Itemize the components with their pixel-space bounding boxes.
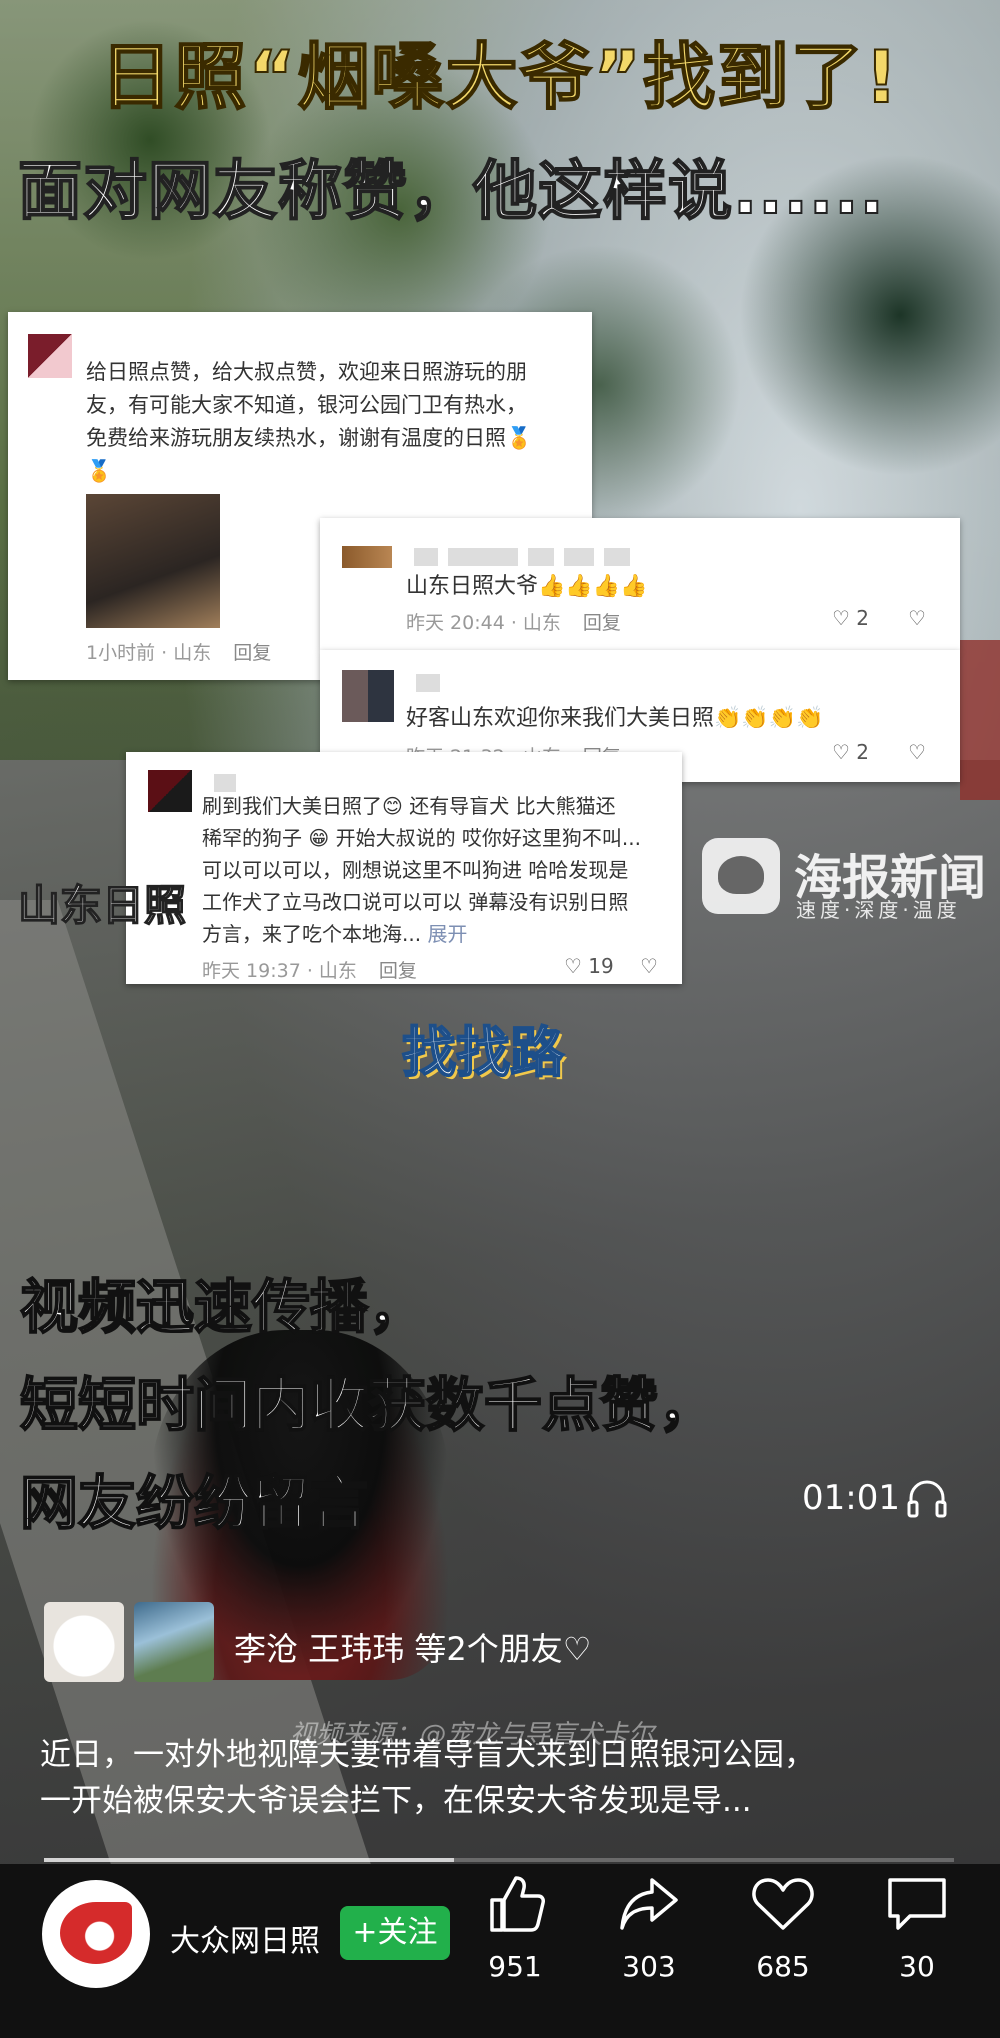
progress-fill <box>44 1858 454 1862</box>
friend-avatar <box>44 1602 124 1682</box>
haibao-logo-icon <box>702 838 780 914</box>
comment-card: 刷到我们大美日照了😊 还有导盲犬 比大熊猫还 稀罕的狗子 😁 开始大叔说的 哎你… <box>126 752 682 984</box>
heart-outline-icon: ♡ <box>832 606 850 630</box>
blurred-name <box>416 672 450 692</box>
commenter-avatar <box>342 546 392 568</box>
video-progress-bar[interactable] <box>44 1858 954 1862</box>
background-bike-lane <box>960 640 1000 800</box>
blurred-name <box>414 546 640 566</box>
comment-like-button[interactable]: ♡ 19 <box>564 954 614 978</box>
commenter-avatar <box>148 770 192 812</box>
video-title-line1: 日照“烟嗓大爷”找到了! <box>99 34 900 120</box>
comment-text: 给日照点赞，给大叔点赞，欢迎来日照游玩的朋 友，有可能大家不知道，银河公园门卫有… <box>86 360 533 483</box>
broken-heart-icon[interactable]: ♡ <box>908 740 926 764</box>
location-caption: 山东日照 <box>17 880 187 931</box>
comment-like-button[interactable]: ♡ 2 <box>832 606 869 630</box>
friend-avatar <box>134 1602 214 1682</box>
expand-link[interactable]: 展开 <box>427 922 467 946</box>
thumbs-up-icon <box>490 1876 545 1932</box>
comment-like-button[interactable]: ♡ 2 <box>832 740 869 764</box>
favorite-button[interactable]: 685 <box>728 1872 838 1983</box>
subtitle-line: 短短时间内收获数千点赞， <box>19 1370 717 1440</box>
video-title-line2: 面对网友称赞，他这样说...... <box>17 154 885 230</box>
heart-icon <box>752 1878 814 1930</box>
like-button[interactable]: 951 <box>460 1872 570 1983</box>
follow-button[interactable]: +关注 <box>340 1906 450 1960</box>
blurred-name <box>214 772 246 792</box>
comment-meta: 昨天 20:44 · 山东 回复 <box>406 612 621 634</box>
headphone-icon[interactable] <box>905 1476 949 1520</box>
comment-card: 山东日照大爷👍👍👍👍 昨天 20:44 · 山东 回复 ♡ 2 ♡ <box>320 518 960 650</box>
subtitle-line: 视频迅速传播， <box>19 1272 427 1342</box>
comment-photo <box>86 494 220 628</box>
heart-outline-icon: ♡ <box>564 954 582 978</box>
channel-name[interactable]: 大众网日照 <box>170 1916 320 1960</box>
broken-heart-icon[interactable]: ♡ <box>640 954 658 978</box>
broken-heart-icon[interactable]: ♡ <box>908 606 926 630</box>
share-button[interactable]: 303 <box>594 1872 704 1983</box>
timecode: 01:01 <box>802 1478 900 1518</box>
comment-meta: 昨天 19:37 · 山东 回复 <box>202 960 417 982</box>
speech-bubble-caption: 找找路 <box>401 1020 565 1085</box>
comment-text: 山东日照大爷👍👍👍👍 <box>406 574 648 599</box>
friends-text: 李沧 王玮玮 等2个朋友♡ <box>234 1630 592 1668</box>
comment-button[interactable]: 30 <box>862 1872 972 1983</box>
heart-outline-icon: ♡ <box>832 740 850 764</box>
reply-link[interactable]: 回复 <box>233 642 271 664</box>
video-player[interactable]: 日照“烟嗓大爷”找到了! 面对网友称赞，他这样说...... 给日照点赞，给大叔… <box>0 0 1000 2038</box>
comment-meta: 1小时前 · 山东 回复 <box>86 642 272 664</box>
reply-link[interactable]: 回复 <box>583 612 621 634</box>
commenter-avatar <box>28 334 72 378</box>
reply-link[interactable]: 回复 <box>379 960 417 982</box>
channel-avatar[interactable] <box>42 1880 150 1988</box>
comment-bubble-icon <box>888 1878 946 1930</box>
comment-text: 刷到我们大美日照了😊 还有导盲犬 比大熊猫还 稀罕的狗子 😁 开始大叔说的 哎你… <box>202 794 641 946</box>
commenter-avatar <box>342 670 394 722</box>
share-arrow-icon <box>620 1878 678 1930</box>
video-description[interactable]: 近日，一对外地视障夫妻带着导盲犬来到日照银河公园， 一开始被保安大爷误会拦下，在… <box>40 1732 980 1824</box>
subtitle-line: 网友纷纷留言 <box>19 1468 369 1538</box>
comment-text: 好客山东欢迎你来我们大美日照👏👏👏👏 <box>406 706 824 731</box>
